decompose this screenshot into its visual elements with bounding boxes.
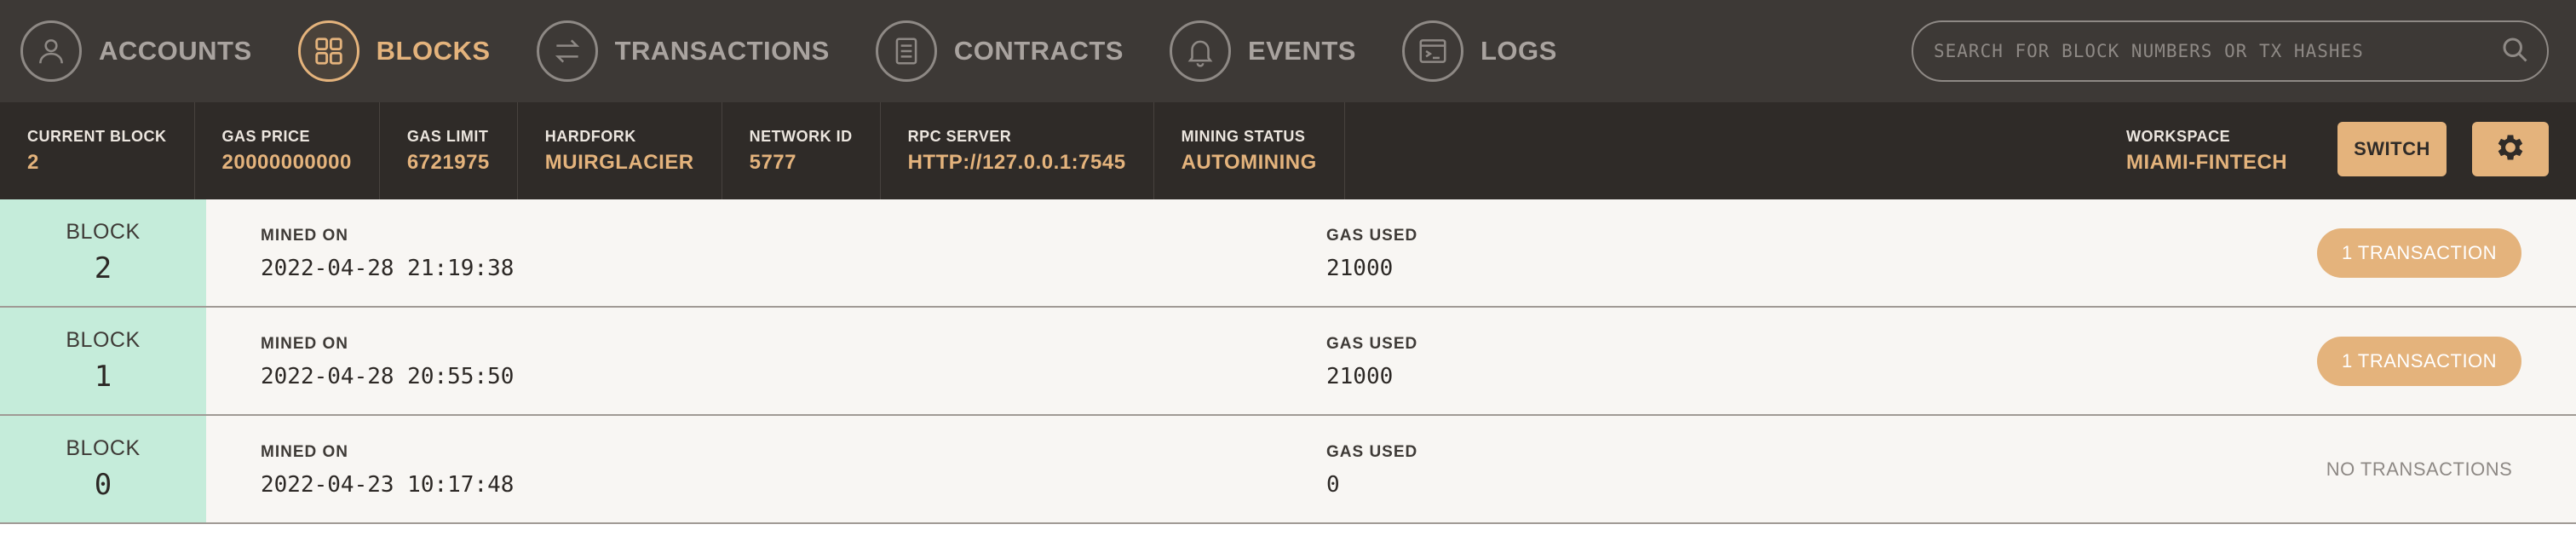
gas-price-stat: GAS PRICE 20000000000 bbox=[195, 102, 380, 199]
network-id-stat: NETWORK ID 5777 bbox=[722, 102, 881, 199]
nav-transactions-label: TRANSACTIONS bbox=[614, 36, 830, 66]
settings-button[interactable] bbox=[2472, 122, 2549, 176]
workspace-value: MIAMI-FINTECH bbox=[2126, 150, 2288, 174]
nav-blocks[interactable]: BLOCKS bbox=[297, 0, 491, 102]
top-nav: ACCOUNTS BLOCKS TRANSACTIONS CONTRACTS E… bbox=[0, 0, 2576, 102]
block-number-cell: BLOCK 0 bbox=[0, 416, 206, 522]
hardfork-stat: HARDFORK MUIRGLACIER bbox=[518, 102, 722, 199]
workspace-stat: WORKSPACE MIAMI-FINTECH bbox=[2099, 102, 2314, 199]
block-row[interactable]: BLOCK 0 MINED ON 2022-04-23 10:17:48 GAS… bbox=[0, 416, 2576, 524]
block-label: BLOCK bbox=[66, 220, 141, 244]
nav-contracts-label: CONTRACTS bbox=[953, 36, 1124, 66]
switch-workspace-button[interactable]: SWITCH bbox=[2337, 122, 2447, 176]
gas-price-value: 20000000000 bbox=[221, 150, 352, 174]
transaction-count-badge[interactable]: 1 TRANSACTION bbox=[2317, 228, 2521, 278]
bell-icon bbox=[1169, 20, 1231, 82]
mined-on-label: MINED ON bbox=[261, 227, 348, 245]
network-id-label: NETWORK ID bbox=[749, 127, 853, 145]
block-number: 1 bbox=[94, 360, 112, 394]
gas-price-label: GAS PRICE bbox=[221, 127, 311, 145]
block-number-cell: BLOCK 2 bbox=[0, 199, 206, 306]
status-bar: CURRENT BLOCK 2 GAS PRICE 20000000000 GA… bbox=[0, 102, 2576, 199]
terminal-icon bbox=[1401, 20, 1463, 82]
blocks-list: BLOCK 2 MINED ON 2022-04-28 21:19:38 GAS… bbox=[0, 199, 2576, 524]
mined-on-field: MINED ON 2022-04-28 20:55:50 bbox=[261, 335, 514, 389]
mined-on-label: MINED ON bbox=[261, 443, 348, 461]
gas-used-field: GAS USED 21000 bbox=[1326, 335, 1417, 389]
transaction-count-badge[interactable]: 1 TRANSACTION bbox=[2317, 337, 2521, 386]
mined-on-value: 2022-04-28 21:19:38 bbox=[261, 256, 515, 281]
hardfork-label: HARDFORK bbox=[544, 127, 636, 145]
current-block-value: 2 bbox=[27, 150, 39, 174]
mined-on-value: 2022-04-28 20:55:50 bbox=[261, 364, 515, 389]
mining-status-value: AUTOMINING bbox=[1181, 150, 1317, 174]
nav-contracts[interactable]: CONTRACTS bbox=[875, 0, 1124, 102]
rpc-server-label: RPC SERVER bbox=[907, 127, 1012, 145]
block-label: BLOCK bbox=[66, 436, 141, 460]
gear-icon bbox=[2493, 130, 2527, 169]
workspace-label: WORKSPACE bbox=[2126, 127, 2231, 145]
no-transactions-label: NO TRANSACTIONS bbox=[2326, 458, 2513, 480]
block-row[interactable]: BLOCK 1 MINED ON 2022-04-28 20:55:50 GAS… bbox=[0, 308, 2576, 416]
mined-on-field: MINED ON 2022-04-23 10:17:48 bbox=[261, 443, 514, 498]
nav-events-label: EVENTS bbox=[1247, 36, 1356, 66]
search-input[interactable] bbox=[1934, 41, 2499, 61]
nav-events[interactable]: EVENTS bbox=[1169, 0, 1356, 102]
nav-logs-label: LOGS bbox=[1480, 36, 1557, 66]
gas-used-field: GAS USED 0 bbox=[1326, 443, 1417, 498]
gas-used-field: GAS USED 21000 bbox=[1326, 227, 1417, 281]
gas-used-label: GAS USED bbox=[1326, 227, 1418, 245]
rpc-server-value: HTTP://127.0.0.1:7545 bbox=[907, 150, 1126, 174]
nav-transactions[interactable]: TRANSACTIONS bbox=[536, 0, 830, 102]
gas-used-value: 21000 bbox=[1326, 256, 1394, 281]
current-block-stat: CURRENT BLOCK 2 bbox=[0, 102, 195, 199]
gas-limit-value: 6721975 bbox=[406, 150, 490, 174]
gas-used-value: 0 bbox=[1326, 472, 1340, 498]
search-box bbox=[1912, 20, 2549, 82]
block-label: BLOCK bbox=[66, 328, 141, 352]
user-icon bbox=[20, 20, 82, 82]
gas-used-label: GAS USED bbox=[1326, 443, 1418, 461]
gas-limit-stat: GAS LIMIT 6721975 bbox=[380, 102, 518, 199]
block-number: 0 bbox=[94, 468, 112, 502]
block-number: 2 bbox=[94, 251, 112, 285]
document-icon bbox=[875, 20, 937, 82]
nav-blocks-label: BLOCKS bbox=[376, 36, 491, 66]
block-row[interactable]: BLOCK 2 MINED ON 2022-04-28 21:19:38 GAS… bbox=[0, 199, 2576, 308]
hardfork-value: MUIRGLACIER bbox=[544, 150, 694, 174]
block-number-cell: BLOCK 1 bbox=[0, 308, 206, 414]
mining-status-stat: MINING STATUS AUTOMINING bbox=[1154, 102, 1345, 199]
nav-accounts-label: ACCOUNTS bbox=[99, 36, 252, 66]
blocks-grid-icon bbox=[297, 20, 359, 82]
rpc-server-stat: RPC SERVER HTTP://127.0.0.1:7545 bbox=[881, 102, 1154, 199]
mined-on-field: MINED ON 2022-04-28 21:19:38 bbox=[261, 227, 514, 281]
mining-status-label: MINING STATUS bbox=[1181, 127, 1306, 145]
mined-on-label: MINED ON bbox=[261, 335, 348, 353]
nav-logs[interactable]: LOGS bbox=[1401, 0, 1557, 102]
gas-used-label: GAS USED bbox=[1326, 335, 1418, 353]
gas-limit-label: GAS LIMIT bbox=[406, 127, 489, 145]
search-icon[interactable] bbox=[2499, 34, 2530, 69]
mined-on-value: 2022-04-23 10:17:48 bbox=[261, 472, 515, 498]
network-id-value: 5777 bbox=[749, 150, 796, 174]
gas-used-value: 21000 bbox=[1326, 364, 1394, 389]
nav-accounts[interactable]: ACCOUNTS bbox=[20, 0, 252, 102]
transfer-arrows-icon bbox=[536, 20, 598, 82]
current-block-label: CURRENT BLOCK bbox=[27, 127, 167, 145]
